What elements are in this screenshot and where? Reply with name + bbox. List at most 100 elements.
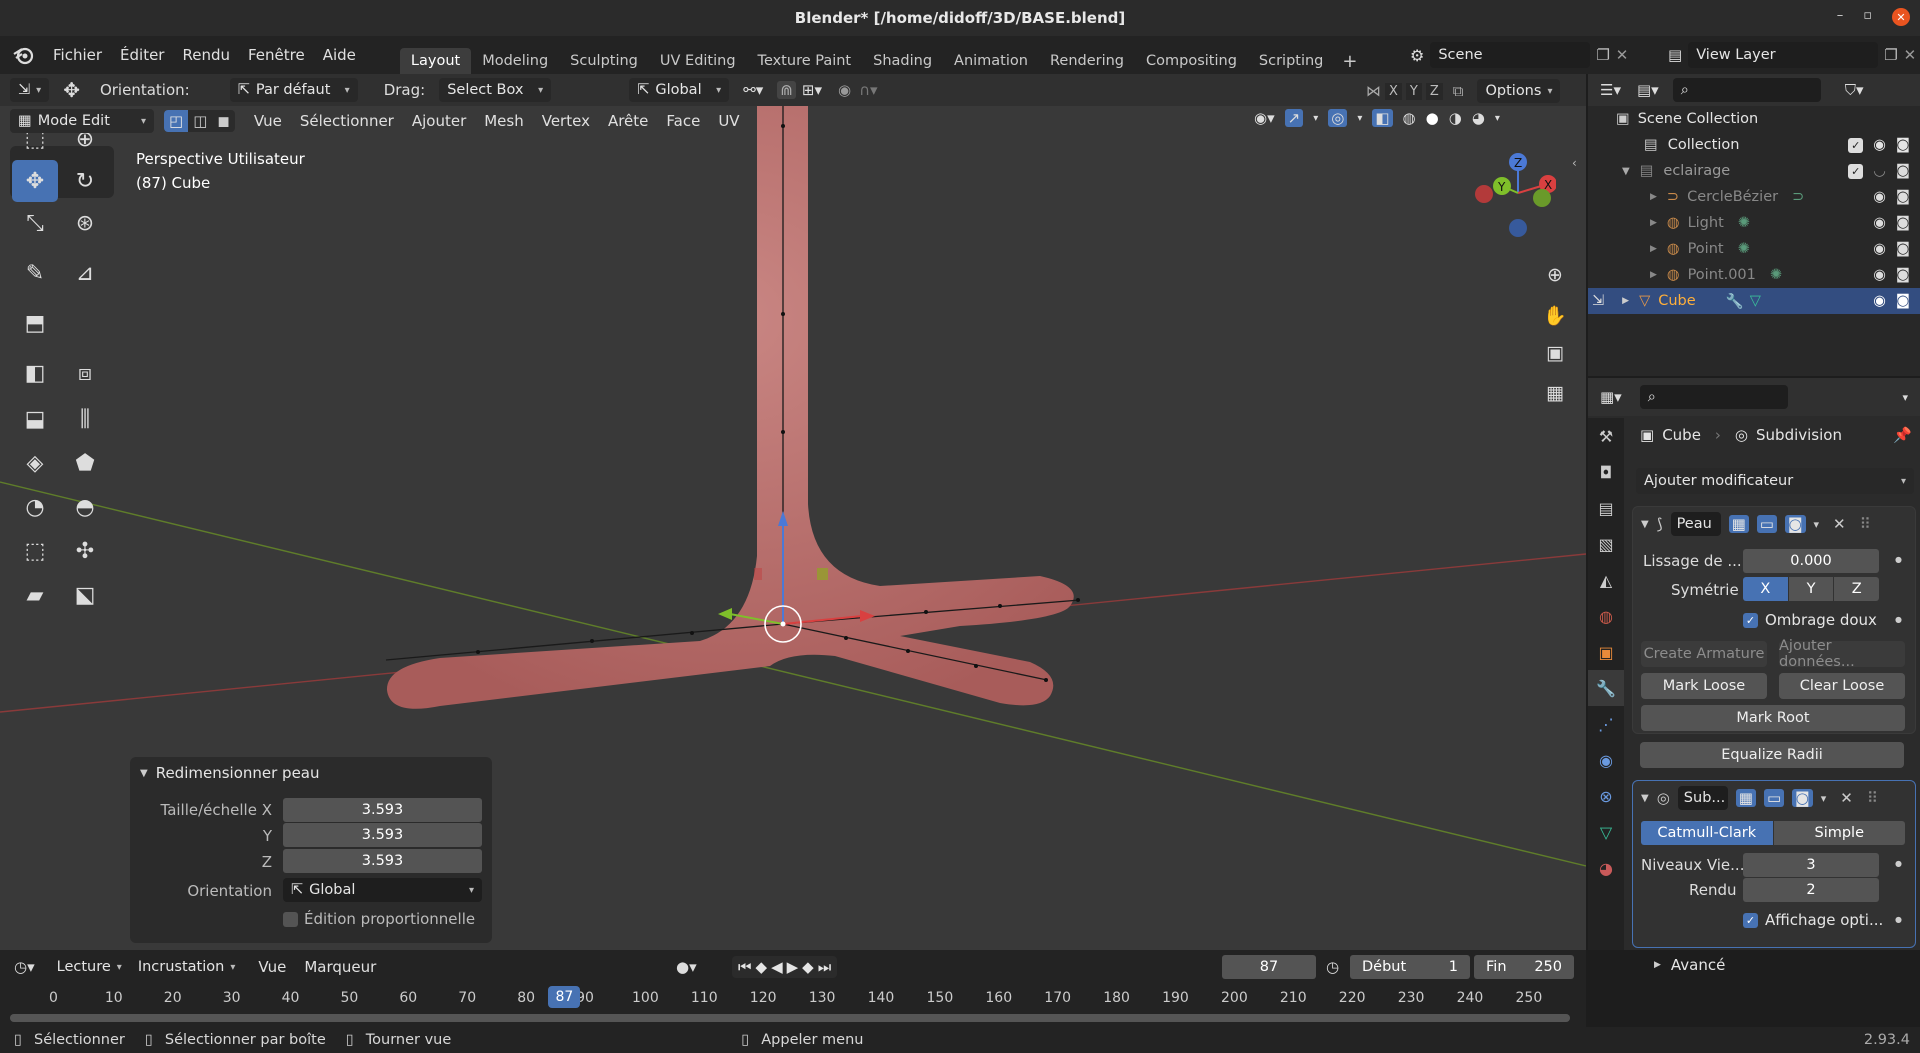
outliner-search[interactable]: ⌕ <box>1672 78 1821 102</box>
move-tool[interactable]: ✥ <box>12 160 58 202</box>
transform-orientation-dropdown[interactable]: ⇱ Global ▾ <box>629 78 730 102</box>
mode-dropdown[interactable]: ▦ Mode Edit ▾ <box>10 109 154 133</box>
orientation-field[interactable]: ⇱ Global ▾ <box>283 878 482 902</box>
outliner-row-point[interactable]: ▶ ◍ Point ✺ ◉ ◙ <box>1588 236 1920 262</box>
menu-help[interactable]: Aide <box>314 46 365 64</box>
expand-arrow-icon[interactable]: ▶ <box>1650 218 1657 228</box>
modifier-menu-icon[interactable]: ▾ <box>1814 518 1820 531</box>
pivot-icon[interactable]: ⚯▾ <box>743 81 763 99</box>
inset-tool[interactable]: ⧈ <box>62 352 108 394</box>
render-levels-field[interactable]: 2 <box>1743 878 1879 902</box>
branch-smoothing-field[interactable]: 0.000 <box>1743 549 1879 573</box>
keyframe-dot-icon[interactable]: ● <box>1895 615 1902 624</box>
keying-menu[interactable]: Incrustation ▾ <box>130 955 244 979</box>
end-frame-field[interactable]: Fin 250 <box>1474 955 1574 979</box>
current-frame-field[interactable]: 87 <box>1222 955 1316 979</box>
annotate-tool[interactable]: ✎ <box>12 252 58 294</box>
render-toggle-icon[interactable]: ◙ <box>1792 789 1813 807</box>
expand-arrow-icon[interactable]: ▶ <box>1650 192 1657 202</box>
loop-cut-tool[interactable]: ⫼ <box>62 398 108 440</box>
create-armature-button[interactable]: Create Armature <box>1641 641 1767 667</box>
new-scene-icon[interactable]: ❐ <box>1596 46 1609 64</box>
scene-icon[interactable]: ⚙ <box>1410 46 1424 65</box>
mirror-x-toggle[interactable]: X <box>1385 82 1402 100</box>
menu-file[interactable]: Fichier <box>44 46 111 64</box>
prev-keyframe-icon[interactable]: ◆ <box>756 958 768 976</box>
eye-icon[interactable]: ◉ <box>1873 189 1886 205</box>
options-dropdown[interactable]: Options ▾ <box>1477 79 1561 103</box>
measure-tool[interactable]: ⊿ <box>62 252 108 294</box>
subdivision-name-field[interactable]: Sub... <box>1677 786 1728 810</box>
scale-y-field[interactable]: 3.593 <box>283 823 482 847</box>
outliner-row-cube[interactable]: ⇲ ▶ ▽ Cube 🔧 ▽ ◉ ◙ <box>1588 288 1920 314</box>
view-layer-selector[interactable]: View Layer <box>1688 42 1879 68</box>
editmode-toggle-icon[interactable]: ▦ <box>1735 789 1756 807</box>
keyframe-dot-icon[interactable]: ● <box>1895 915 1902 924</box>
tab-texture-paint[interactable]: Texture Paint <box>747 48 863 74</box>
minimize-button[interactable]: – <box>1837 8 1844 26</box>
menu-edit[interactable]: Éditer <box>111 46 173 64</box>
eye-icon[interactable]: ◉ <box>1873 137 1886 153</box>
snap-target-icon[interactable]: ⊞▾ <box>802 81 822 99</box>
scene-tab-icon[interactable]: ◭ <box>1588 562 1624 598</box>
smooth-shading-checkbox[interactable]: ✓ Ombrage doux <box>1743 611 1877 629</box>
tab-layout[interactable]: Layout <box>399 48 472 74</box>
shear-tool[interactable]: ▰ <box>12 574 58 616</box>
maximize-button[interactable]: ▫ <box>1863 8 1872 26</box>
solid-shading-icon[interactable]: ● <box>1426 109 1439 127</box>
gizmo-icon[interactable]: ↗ <box>1284 109 1304 127</box>
eye-icon[interactable]: ◉ <box>1873 267 1886 283</box>
wireframe-shading-icon[interactable]: ◍ <box>1403 109 1416 127</box>
rip-tool[interactable]: ⬕ <box>62 574 108 616</box>
overlay-icon[interactable]: ◎ <box>1328 109 1348 127</box>
topology-mirror-icon[interactable]: ⧉ <box>1453 82 1464 100</box>
timeline-view-menu[interactable]: Vue <box>249 958 295 976</box>
view-layer-icon[interactable]: ▤ <box>1668 46 1682 64</box>
levels-viewport-field[interactable]: 3 <box>1743 853 1879 877</box>
expand-arrow-icon[interactable]: ▶ <box>1622 296 1629 306</box>
viewport-menu-edge[interactable]: Arête <box>599 112 657 130</box>
camera-icon[interactable]: ◙ <box>1896 163 1910 179</box>
expand-arrow-icon[interactable]: ▶ <box>1650 244 1657 254</box>
particles-tab-icon[interactable]: ⋰ <box>1588 706 1624 742</box>
add-cube-tool[interactable]: ⬒ <box>12 302 58 344</box>
timeline-editor-icon[interactable]: ◷▾ <box>14 958 35 976</box>
pin-icon[interactable]: 📌 <box>1893 426 1912 444</box>
render-toggle-icon[interactable]: ◙ <box>1784 515 1806 533</box>
collapse-arrow-icon[interactable]: ▼ <box>140 768 148 779</box>
navigation-gizmo[interactable]: Z X Y <box>1466 148 1556 248</box>
eye-icon[interactable]: ◉ <box>1873 293 1886 309</box>
rendered-shading-icon[interactable]: ◕ <box>1472 109 1485 127</box>
falloff-icon[interactable]: ∩▾ <box>859 81 878 99</box>
tab-animation[interactable]: Animation <box>943 48 1039 74</box>
outliner-editor-icon[interactable]: ☰▾ <box>1600 81 1621 99</box>
tab-sculpting[interactable]: Sculpting <box>559 48 649 74</box>
camera-icon[interactable]: ◙ <box>1896 293 1910 309</box>
extrude-tool[interactable]: ◧ <box>12 352 58 394</box>
symmetry-y-toggle[interactable]: Y <box>1788 577 1834 601</box>
eye-closed-icon[interactable]: ◡ <box>1873 163 1886 179</box>
timeline-scrollbar[interactable] <box>10 1014 1570 1022</box>
output-tab-icon[interactable]: ▤ <box>1588 490 1624 526</box>
close-button[interactable]: ✕ <box>1892 8 1910 26</box>
bevel-tool[interactable]: ⬓ <box>12 398 58 440</box>
keyframe-dot-icon[interactable]: ● <box>1895 859 1902 868</box>
drag-dropdown[interactable]: Select Box ▾ <box>439 78 552 102</box>
visibility-icon[interactable]: ◉▾ <box>1254 109 1275 127</box>
proportional-edit-icon[interactable]: ◉ <box>838 81 851 99</box>
properties-search[interactable]: ⌕ <box>1639 385 1788 409</box>
face-select-icon[interactable]: ◼ <box>212 110 234 132</box>
mirror-y-toggle[interactable]: Y <box>1405 82 1422 100</box>
eye-icon[interactable]: ◉ <box>1873 241 1886 257</box>
properties-editor-icon[interactable]: ▦▾ <box>1600 388 1622 406</box>
keyframe-dot-icon[interactable]: ● <box>1895 555 1902 564</box>
delete-scene-icon[interactable]: ✕ <box>1616 46 1629 64</box>
outliner-scene-collection[interactable]: ▣ Scene Collection <box>1588 106 1920 132</box>
object-tab-icon[interactable]: ▣ <box>1588 634 1624 670</box>
mirror-icon[interactable]: ⋈ <box>1366 82 1381 100</box>
viewport-menu-uv[interactable]: UV <box>709 112 748 130</box>
material-shading-icon[interactable]: ◑ <box>1449 109 1462 127</box>
optimal-display-checkbox[interactable]: ✓ Affichage opti... <box>1743 911 1883 929</box>
material-tab-icon[interactable]: ◕ <box>1588 850 1624 886</box>
drag-handle-icon[interactable]: ⠿ <box>1860 515 1871 533</box>
